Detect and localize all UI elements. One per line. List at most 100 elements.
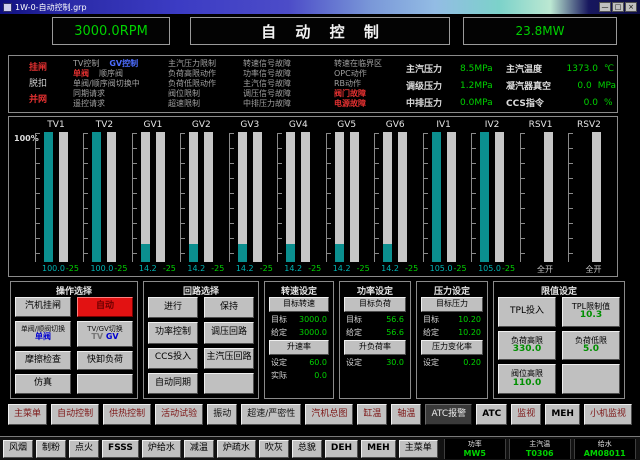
nav-small-turbine-monitor[interactable]: 小机监视 [584,404,632,425]
status-light: 负荷高限动作 [168,69,216,79]
nav-turbine-overview[interactable]: 汽机总图 [305,404,353,425]
valve-position-bar [238,132,247,262]
set-value: 56.6 [386,328,404,337]
target-load-button[interactable]: 目标负荷 [344,297,406,312]
valve-group-tv2: TV2 100.0-25 [81,120,127,274]
blank-button[interactable] [77,374,133,394]
valve-position-bar [44,132,53,262]
valve-mode-column: TV控制 GV控制 单阀 顺序阀 单阀/顺序阀切换中 同期请求 遥控请求 [73,59,140,109]
valve-group-gv6: GV6 14.2-25 [372,120,418,274]
taskbar-sootblow[interactable]: 吹灰 [259,440,289,458]
valve-group-gv5: GV5 14.2-25 [324,120,370,274]
set-value: 10.20 [458,328,481,337]
nav-monitor[interactable]: 监视 [511,404,541,425]
target-speed-button[interactable]: 目标转速 [269,297,329,312]
nav-atc[interactable]: ATC [476,404,507,425]
proceed-button[interactable]: 进行 [148,297,198,318]
set-label: 给定 [271,327,287,338]
set-label: 目标 [346,314,362,325]
panel-title: 操作选择 [15,284,133,297]
blank-button[interactable] [204,373,254,394]
valve-aux-value: -25 [260,264,273,274]
set-label: 设定 [271,357,287,368]
nav-main-menu[interactable]: 主菜单 [8,404,47,425]
nav-activity-test[interactable]: 活动试验 [155,404,203,425]
taskbar-ignition[interactable]: 点火 [69,440,99,458]
tv-gv-switch-button[interactable]: TV/GV切换 TV GV [77,321,133,347]
pressure-loop-button[interactable]: 调压回路 [204,322,254,343]
set-value: 3000.0 [299,315,327,324]
taskbar-meh[interactable]: MEH [361,440,396,458]
tpl-limit-value-button[interactable]: TPL限制值 10.3 [562,297,620,327]
taskbar-main-menu[interactable]: 主菜单 [399,440,438,458]
valve-scale-ruler [471,133,478,262]
status-panel: 挂闸 脱扣 并网 TV控制 GV控制 单阀 顺序阀 单阀/顺序阀切换中 同期请求… [8,55,618,113]
valve-group-rsv2: RSV2 全开 [566,120,612,274]
pressure-setting-panel: 压力设定 目标压力 目标10.20 给定10.20 压力变化率 设定0.20 [416,281,488,399]
auto-mode-button[interactable]: 自动 [77,297,133,317]
load-high-limit-button[interactable]: 负荷高限 330.0 [498,331,556,361]
power-readout: 23.8MW [463,17,617,45]
valve-position-value: 105.0 [478,264,501,274]
set-label: 给定 [423,327,439,338]
valve-demand-bar [204,132,213,262]
taskbar-pulverizing[interactable]: 制粉 [36,440,66,458]
status-light: 挂闸 [29,60,47,76]
valve-position-value: 14.2 [284,264,302,274]
fast-unload-button[interactable]: 快卸负荷 [77,351,133,371]
taskbar-boiler-drain[interactable]: 炉疏水 [217,440,256,458]
main-steam-pressure-loop-button[interactable]: 主汽压回路 [204,348,254,369]
power-control-button[interactable]: 功率控制 [148,322,198,343]
target-pressure-button[interactable]: 目标压力 [421,297,483,312]
valve-demand-bar [156,132,165,262]
single-sequential-valve-switch-button[interactable]: 单阀/顺阀切换 单阀 [15,321,71,347]
nav-auto-control[interactable]: 自动控制 [51,404,99,425]
valve-group-iv1: IV1 105.0-25 [421,120,467,274]
close-button[interactable]: × [625,2,637,12]
nav-overspeed-tightness[interactable]: 超速/严密性 [241,404,301,425]
app-icon [3,3,12,12]
friction-check-button[interactable]: 摩擦检查 [15,351,71,371]
readout-label: 中排压力 [406,96,460,109]
auto-sync-button[interactable]: 自动同期 [148,373,198,394]
status-light: 遥控请求 [73,99,140,109]
maximize-button[interactable]: □ [612,2,624,12]
readout-value: 0.0MPa [460,98,493,108]
valve-position-value: 全开 [585,264,601,274]
valve-aux-value: -25 [163,264,176,274]
panel-title: 回路选择 [148,284,254,297]
valve-group-gv2: GV2 14.2-25 [178,120,224,274]
status-light: 脱扣 [29,76,47,92]
valve-aux-value: -25 [114,264,127,274]
nav-atc-alarm[interactable]: ATC报警 [425,404,472,425]
nav-vibration[interactable]: 振动 [207,404,237,425]
blank-button[interactable] [562,364,620,394]
taskbar-desuperheat[interactable]: 减温 [184,440,214,458]
taskbar-air-flue[interactable]: 风烟 [3,440,33,458]
valve-high-limit-button[interactable]: 阀位高限 110.0 [498,364,556,394]
pressure-rate-button[interactable]: 压力变化率 [421,340,483,355]
load-rate-button[interactable]: 升负荷率 [344,340,406,355]
taskbar-overview[interactable]: 总貌 [292,440,322,458]
valve-group-rsv1: RSV1 全开 [518,120,564,274]
readout-value: 0.0 [556,81,591,91]
minimize-button[interactable]: — [599,2,611,12]
load-low-limit-button[interactable]: 负荷低限 5.0 [562,331,620,361]
speed-rate-button[interactable]: 升速率 [269,340,329,355]
valve-scale-ruler [132,133,139,262]
tpl-engage-button[interactable]: TPL投入 [498,297,556,327]
nav-shaft-temp[interactable]: 轴温 [391,404,421,425]
taskbar-feedwater[interactable]: 炉给水 [142,440,181,458]
simulation-button[interactable]: 仿真 [15,374,71,394]
valve-name: GV1 [130,120,176,132]
hold-button[interactable]: 保持 [204,297,254,318]
taskbar-deh[interactable]: DEH [325,440,358,458]
nav-heating-control[interactable]: 供热控制 [103,404,151,425]
valve-name: IV1 [421,120,467,132]
valve-demand-bar [592,132,601,262]
turbine-latch-button[interactable]: 汽机挂闸 [15,297,71,317]
nav-cylinder-temp[interactable]: 缸温 [357,404,387,425]
taskbar-fsss[interactable]: FSSS [102,440,139,458]
ccs-engage-button[interactable]: CCS投入 [148,348,198,369]
nav-meh[interactable]: MEH [545,404,580,425]
